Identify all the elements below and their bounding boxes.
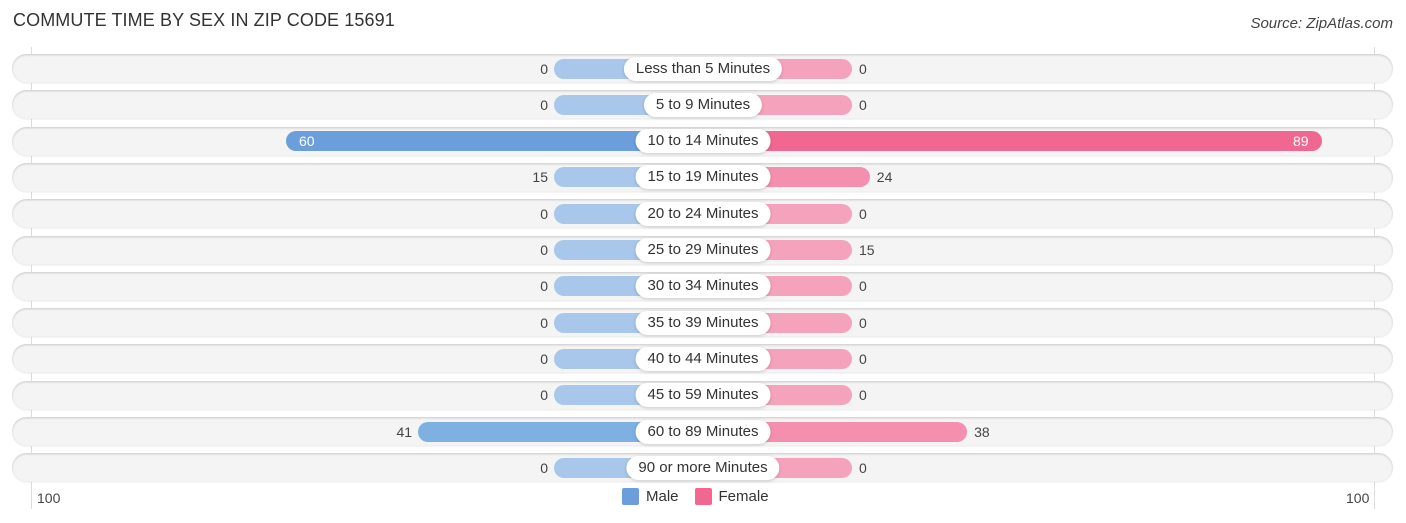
value-label-male: 41: [396, 423, 413, 440]
value-label-female: 0: [859, 60, 867, 77]
category-label: 90 or more Minutes: [626, 455, 780, 480]
category-label: 60 to 89 Minutes: [635, 419, 771, 444]
value-label-female: 89: [1292, 133, 1309, 150]
value-label-male: 60: [299, 133, 315, 150]
value-label-male: 0: [540, 350, 548, 367]
category-label: 40 to 44 Minutes: [635, 346, 771, 371]
category-label: Less than 5 Minutes: [623, 56, 783, 81]
source-credit: Source: ZipAtlas.com: [1250, 15, 1393, 32]
value-label-male: 0: [540, 60, 548, 77]
legend-swatch-female: [694, 488, 712, 505]
value-label-male: 0: [540, 96, 548, 113]
value-label-female: 0: [859, 314, 867, 331]
category-label: 25 to 29 Minutes: [635, 238, 771, 262]
value-label-female: 0: [859, 96, 867, 113]
value-label-female: 0: [859, 205, 867, 222]
value-label-female: 15: [859, 242, 875, 258]
value-label-female: 0: [859, 350, 867, 367]
legend: Male Female: [622, 488, 785, 505]
legend-swatch-male: [622, 488, 639, 505]
legend-item-female[interactable]: Female: [694, 488, 769, 505]
value-label-female: 24: [876, 169, 893, 186]
value-label-male: 0: [540, 314, 548, 331]
value-label-male: 15: [532, 169, 548, 186]
value-label-male: 0: [540, 459, 548, 476]
value-label-male: 0: [540, 278, 548, 295]
category-label: 35 to 39 Minutes: [635, 310, 771, 335]
axis-left-label: 100: [37, 490, 61, 506]
category-label: 45 to 59 Minutes: [635, 383, 771, 408]
value-label-female: 0: [859, 278, 867, 295]
value-label-female: 0: [859, 387, 867, 404]
value-label-male: 0: [540, 387, 548, 404]
value-label-male: 0: [540, 205, 548, 222]
category-label: 15 to 19 Minutes: [635, 165, 771, 190]
category-label: 10 to 14 Minutes: [635, 129, 771, 154]
category-label: 20 to 24 Minutes: [635, 201, 771, 226]
legend-label-male: Male: [646, 488, 679, 505]
value-label-female: 38: [974, 423, 990, 440]
value-label-male: 0: [540, 242, 548, 258]
chart-title: COMMUTE TIME BY SEX IN ZIP CODE 15691: [13, 10, 395, 30]
bar-female[interactable]: [703, 131, 1322, 152]
value-label-female: 0: [859, 459, 867, 476]
legend-label-female: Female: [718, 488, 769, 505]
axis-right-label: 100: [1346, 490, 1370, 506]
category-label: 30 to 34 Minutes: [635, 274, 771, 299]
category-label: 5 to 9 Minutes: [643, 92, 763, 117]
legend-item-male[interactable]: Male: [622, 488, 679, 505]
